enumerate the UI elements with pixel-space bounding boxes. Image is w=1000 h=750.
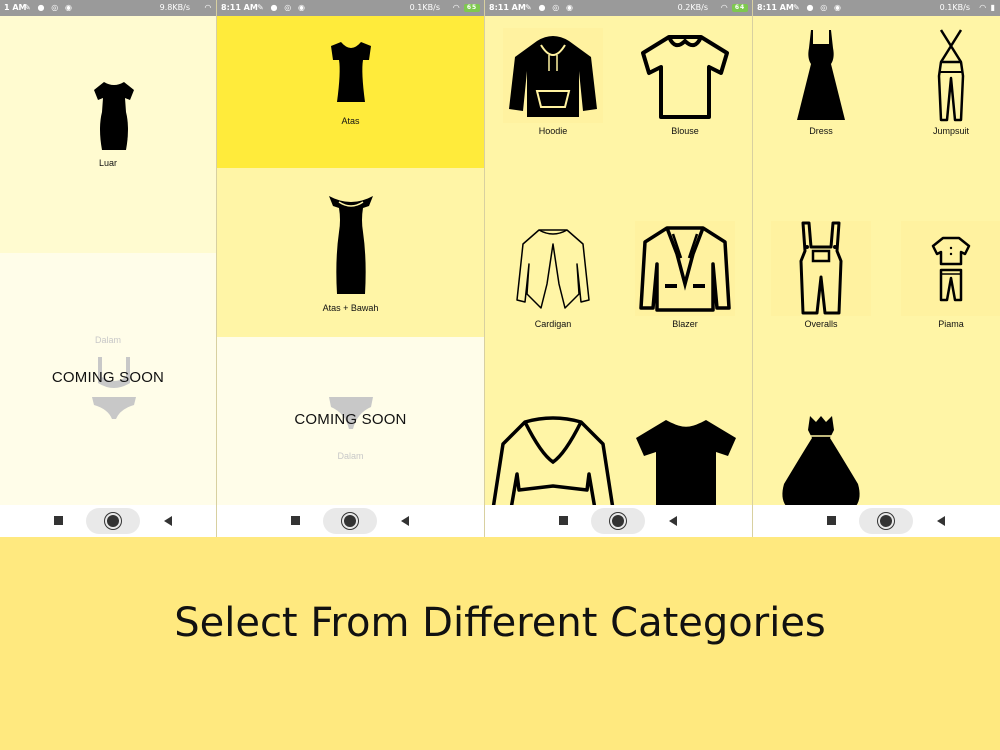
item-label: Blouse xyxy=(671,126,699,136)
top-icon xyxy=(331,42,371,102)
tshirt-icon xyxy=(636,420,736,509)
screenshots-row: 1 AM ✎ ● ◎ ◉ 9.8KB/s ◠ Luar Dalam COMING… xyxy=(0,0,1000,537)
item-label: Jumpsuit xyxy=(932,126,969,136)
coming-soon-overlay: COMING SOON xyxy=(294,411,407,428)
item-label: Dress xyxy=(809,126,833,136)
home-button[interactable] xyxy=(859,508,913,534)
overalls-icon xyxy=(799,221,843,315)
recents-button[interactable] xyxy=(54,516,63,525)
category-tile-dalam[interactable]: COMING SOON Dalam xyxy=(217,337,484,505)
status-bar: 8:11 AM ✎ ● ◎ ◉ 0.1KB/s ◠ 65 xyxy=(217,0,484,16)
screen-category-atas-bawah: 8:11 AM ✎ ● ◎ ◉ 0.1KB/s ◠ ▮ Dress Jumpsu xyxy=(752,0,1000,537)
home-button[interactable] xyxy=(86,508,140,534)
battery-icon: ◠ 64 xyxy=(721,0,748,16)
category-tile-dalam[interactable]: Dalam COMING SOON xyxy=(0,253,216,505)
tile-label: Atas + Bawah xyxy=(322,303,379,313)
tile-label: Atas xyxy=(341,116,360,126)
notification-icons: ✎ ● ◎ ◉ xyxy=(525,3,575,12)
item-blazer[interactable]: Blazer xyxy=(635,221,735,331)
wifi-icon: ◠ xyxy=(204,3,212,12)
item-jumpsuit[interactable]: Jumpsuit xyxy=(901,28,1000,138)
screen-category-luar: 8:11 AM ✎ ● ◎ ◉ 0.1KB/s ◠ 65 Atas Atas +… xyxy=(216,0,484,537)
item-hoodie[interactable]: Hoodie xyxy=(503,28,603,138)
back-button[interactable] xyxy=(401,516,409,526)
hoodie-icon xyxy=(509,35,597,117)
tile-label: Dalam xyxy=(337,451,364,461)
jumpsuit-icon xyxy=(937,29,965,122)
wifi-icon: ◠ ▮ xyxy=(979,3,996,12)
recents-button[interactable] xyxy=(559,516,568,525)
ball-gown-icon xyxy=(782,416,860,506)
item-cardigan[interactable]: Cardigan xyxy=(503,221,603,331)
status-bar: 1 AM ✎ ● ◎ ◉ 9.8KB/s ◠ xyxy=(0,0,216,16)
screen-category-main: 1 AM ✎ ● ◎ ◉ 9.8KB/s ◠ Luar Dalam COMING… xyxy=(0,0,216,537)
network-speed: 0.1KB/s xyxy=(409,3,440,12)
home-button[interactable] xyxy=(591,508,645,534)
navigation-bar xyxy=(0,505,216,537)
long-dress-icon xyxy=(329,196,373,294)
status-time: 8:11 AM xyxy=(221,3,258,12)
back-button[interactable] xyxy=(669,516,677,526)
notification-icons: ✎ ● ◎ ◉ xyxy=(793,3,843,12)
tile-label: Luar xyxy=(98,158,117,168)
category-tile-atas-bawah[interactable]: Atas + Bawah xyxy=(217,168,484,337)
back-button[interactable] xyxy=(164,516,172,526)
promo-caption: Select From Different Categories xyxy=(174,600,826,646)
back-button[interactable] xyxy=(937,516,945,526)
item-blouse[interactable]: Blouse xyxy=(635,28,735,138)
item-label: Overalls xyxy=(804,319,838,329)
item-dress[interactable]: Dress xyxy=(771,28,871,138)
network-speed: 0.1KB/s xyxy=(939,3,970,12)
blazer-icon xyxy=(639,225,731,312)
dress-icon xyxy=(797,30,845,120)
blouse-icon xyxy=(641,34,729,119)
dress-silhouette-icon xyxy=(94,82,134,150)
category-tile-atas[interactable]: Atas xyxy=(217,16,484,168)
status-time: 8:11 AM xyxy=(757,3,794,12)
screen-category-atas: 8:11 AM ✎ ● ◎ ◉ 0.2KB/s ◠ 64 Hoodie Blou… xyxy=(484,0,752,537)
status-time: 8:11 AM xyxy=(489,3,526,12)
network-speed: 0.2KB/s xyxy=(677,3,708,12)
notification-icons: ✎ ● ◎ ◉ xyxy=(24,3,74,12)
status-bar: 8:11 AM ✎ ● ◎ ◉ 0.1KB/s ◠ ▮ xyxy=(753,0,1000,16)
navigation-bar xyxy=(217,505,484,537)
item-label: Hoodie xyxy=(538,126,568,136)
item-label: Piama xyxy=(938,319,964,329)
recents-button[interactable] xyxy=(291,516,300,525)
pajama-icon xyxy=(931,236,971,301)
item-label: Cardigan xyxy=(534,319,572,329)
category-tile-luar[interactable]: Luar xyxy=(0,16,216,253)
coming-soon-overlay: COMING SOON xyxy=(51,369,165,386)
underwear-icon xyxy=(92,357,136,419)
bolero-icon xyxy=(491,416,615,509)
cardigan-icon xyxy=(516,228,590,309)
navigation-bar xyxy=(485,505,752,537)
notification-icons: ✎ ● ◎ ◉ xyxy=(257,3,307,12)
status-bar: 8:11 AM ✎ ● ◎ ◉ 0.2KB/s ◠ 64 xyxy=(485,0,752,16)
tile-label: Dalam xyxy=(94,335,121,345)
recents-button[interactable] xyxy=(827,516,836,525)
item-overalls[interactable]: Overalls xyxy=(771,221,871,331)
battery-icon: ◠ 65 xyxy=(453,0,480,16)
network-speed: 9.8KB/s xyxy=(159,3,190,12)
item-piama[interactable]: Piama xyxy=(901,221,1000,331)
navigation-bar xyxy=(753,505,1000,537)
home-button[interactable] xyxy=(323,508,377,534)
item-label: Blazer xyxy=(672,319,698,329)
